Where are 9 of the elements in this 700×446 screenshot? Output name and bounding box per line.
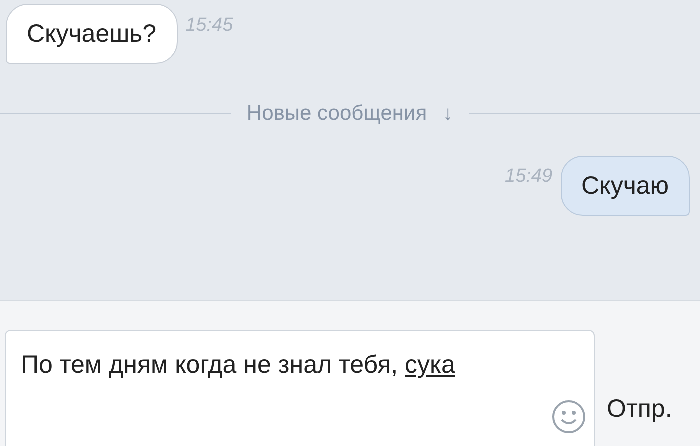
message-time: 15:45 bbox=[186, 14, 234, 38]
message-bubble: Скучаешь? bbox=[6, 4, 178, 64]
message-bubble: Скучаю bbox=[560, 156, 690, 216]
message-time: 15:49 bbox=[505, 165, 553, 189]
send-button[interactable]: Отпр. bbox=[607, 390, 672, 428]
message-input-field[interactable]: По тем дням когда не знал тебя, сука bbox=[5, 330, 595, 446]
new-messages-divider: Новые сообщения bbox=[246, 101, 428, 127]
smiley-icon[interactable] bbox=[552, 400, 586, 434]
arrow-down-icon: ↓ bbox=[443, 98, 454, 129]
